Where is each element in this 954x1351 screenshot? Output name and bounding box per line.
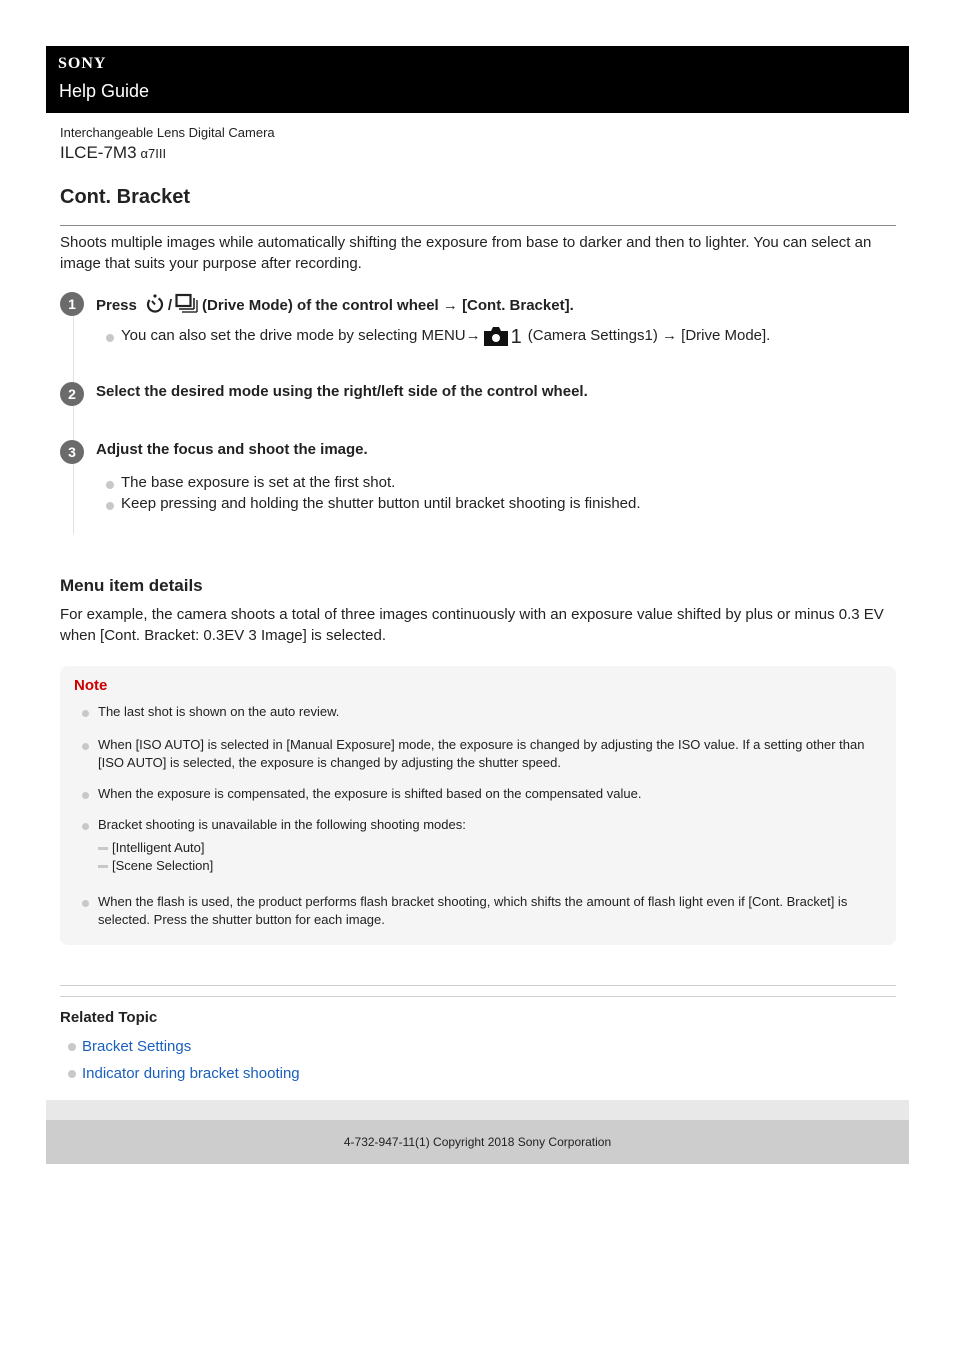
- bullet-dot: [106, 481, 114, 489]
- related-topic-list: Bracket Settings Indicator during bracke…: [68, 1033, 300, 1087]
- related-link-indicator[interactable]: Indicator during bracket shooting: [82, 1065, 300, 1082]
- step-title: Select the desired mode using the right/…: [96, 383, 588, 400]
- related-topic-item: Indicator during bracket shooting: [68, 1060, 300, 1087]
- note-text: When the flash is used, the product perf…: [98, 894, 848, 927]
- bullet-dot: [82, 792, 89, 799]
- bullet-dot: [68, 1043, 76, 1051]
- step-number-badge: 3: [60, 440, 84, 464]
- related-topic-item: Bracket Settings: [68, 1033, 300, 1060]
- step-number-badge: 2: [60, 382, 84, 406]
- step-title-separator: /: [167, 296, 173, 314]
- footer-spacer: [46, 1100, 909, 1120]
- sub-item-text: [Intelligent Auto]: [112, 840, 205, 855]
- step-title-prefix: Press: [96, 296, 137, 314]
- dash-bullet: [98, 865, 108, 868]
- bullet-dot: [82, 823, 89, 830]
- note-text: The last shot is shown on the auto revie…: [98, 704, 340, 719]
- drive-mode-icon: [175, 293, 199, 317]
- help-guide-title: Help Guide: [59, 81, 150, 101]
- note-text: When [ISO AUTO] is selected in [Manual E…: [98, 737, 865, 770]
- product-info: Interchangeable Lens Digital Camera ILCE…: [60, 125, 275, 163]
- sub-item: [Scene Selection]: [98, 857, 872, 875]
- model-line: ILCE-7M3 α7III: [60, 143, 275, 163]
- copyright-text: 4-732-947-11(1) Copyright 2018 Sony Corp…: [343, 1135, 612, 1149]
- sub-item-text: [Scene Selection]: [112, 858, 214, 873]
- step-title-suffix: (Drive Mode) of the control wheel → [Con…: [202, 296, 574, 314]
- menu-details-heading: Menu item details: [60, 576, 203, 595]
- menu-details-text: For example, the camera shoots a total o…: [60, 606, 884, 644]
- steps-timeline: [73, 312, 74, 534]
- step-bullet: You can also set the drive mode by selec…: [106, 325, 770, 347]
- bullet-dot: [106, 501, 114, 510]
- step-title: Adjust the focus and shoot the image.: [96, 441, 368, 458]
- page-title: Cont. Bracket: [60, 186, 191, 208]
- bullet-dot: [106, 334, 114, 342]
- sony-logo: SONY: [58, 55, 107, 72]
- note-item: When the flash is used, the product perf…: [82, 893, 872, 929]
- model-name: ILCE-7M3: [60, 143, 137, 162]
- camera-settings-number: 1: [510, 326, 522, 348]
- sub-item: [Intelligent Auto]: [98, 839, 872, 857]
- camera-settings-icon: 1: [483, 325, 522, 347]
- bullet-text: The base exposure is set at the first sh…: [121, 474, 396, 491]
- self-timer-icon: [145, 293, 165, 317]
- note-item: Bracket shooting is unavailable in the f…: [82, 816, 872, 875]
- step-bullets: You can also set the drive mode by selec…: [106, 325, 770, 347]
- dash-bullet: [98, 847, 108, 850]
- bullet-dot: [68, 1070, 76, 1078]
- product-type: Interchangeable Lens Digital Camera: [60, 125, 275, 140]
- header-bar: SONY Help Guide: [46, 46, 909, 113]
- related-link-bracket-settings[interactable]: Bracket Settings: [82, 1038, 191, 1055]
- intro-text: Shoots multiple images while automatical…: [60, 234, 872, 272]
- divider: [60, 985, 896, 986]
- sub-list: [Intelligent Auto] [Scene Selection]: [98, 839, 872, 875]
- step-bullet: The base exposure is set at the first sh…: [106, 473, 641, 494]
- bullet-dot: [82, 710, 89, 717]
- bullet-dot: [82, 743, 89, 750]
- title-divider: [60, 225, 896, 226]
- bullet-text: You can also set the drive mode by selec…: [121, 326, 481, 344]
- note-item: When [ISO AUTO] is selected in [Manual E…: [82, 736, 872, 772]
- bullet-dot: [82, 900, 89, 907]
- footer: 4-732-947-11(1) Copyright 2018 Sony Corp…: [46, 1120, 909, 1164]
- note-text: Bracket shooting is unavailable in the f…: [98, 817, 466, 832]
- related-topic-title: Related Topic: [60, 1009, 158, 1026]
- model-alias: α7III: [140, 146, 167, 161]
- note-title: Note: [74, 677, 108, 694]
- bullet-text: (Camera Settings1) → [Drive Mode].: [527, 326, 771, 344]
- bullet-text: Keep pressing and holding the shutter bu…: [121, 494, 641, 512]
- note-item: When the exposure is compensated, the ex…: [82, 785, 872, 803]
- step-bullet: Keep pressing and holding the shutter bu…: [106, 494, 641, 515]
- note-box: Note The last shot is shown on the auto …: [60, 666, 896, 945]
- note-item: The last shot is shown on the auto revie…: [82, 703, 872, 721]
- step-number-badge: 1: [60, 292, 84, 316]
- divider: [60, 996, 896, 997]
- step-bullets: The base exposure is set at the first sh…: [106, 473, 641, 514]
- note-text: When the exposure is compensated, the ex…: [98, 786, 642, 801]
- step-title: Press / (Drive Mode) of the control whee…: [96, 293, 574, 317]
